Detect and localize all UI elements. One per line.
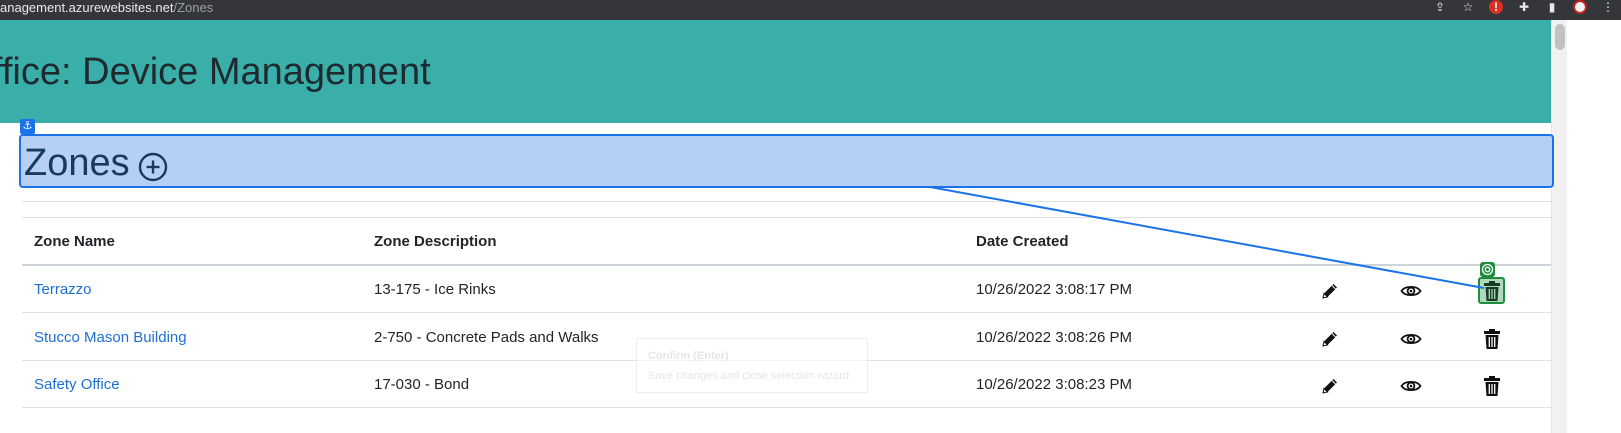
zone-date-created: 10/26/2022 3:08:26 PM (976, 329, 1132, 346)
address-bar[interactable]: anagement.azurewebsites.net/Zones (0, 1, 213, 15)
pencil-icon[interactable] (1319, 280, 1341, 302)
column-header-zone-description: Zone Description (374, 233, 497, 250)
selected-delete-target[interactable] (1478, 277, 1505, 304)
eye-icon[interactable] (1400, 328, 1422, 350)
pencil-icon[interactable] (1319, 375, 1341, 397)
zones-heading-highlight: Zones (19, 134, 1554, 188)
add-zone-button[interactable] (138, 152, 168, 182)
zone-name-link[interactable]: Terrazzo (34, 281, 92, 298)
table-row-divider (22, 312, 1551, 313)
target-icon (1480, 262, 1495, 277)
table-divider (22, 201, 1551, 202)
url-path: /Zones (173, 0, 214, 15)
page-root: anagement.azurewebsites.net/Zones ⇪ ☆ ! … (0, 0, 1621, 433)
kebab-menu-icon[interactable]: ⋮ (1601, 0, 1615, 14)
table-header-border (22, 264, 1551, 266)
zone-description: 13-175 - Ice Rinks (374, 281, 496, 298)
eye-icon[interactable] (1400, 280, 1422, 302)
table-top-border (22, 217, 1551, 218)
bookmark-star-icon[interactable]: ☆ (1461, 0, 1475, 14)
url-host: anagement.azurewebsites.net (0, 0, 174, 15)
trash-icon[interactable] (1481, 328, 1503, 350)
zone-date-created: 10/26/2022 3:08:23 PM (976, 376, 1132, 393)
browser-toolbar: anagement.azurewebsites.net/Zones ⇪ ☆ ! … (0, 0, 1621, 20)
scrollbar-thumb[interactable] (1555, 24, 1565, 50)
table-row-divider (22, 407, 1551, 408)
puzzle-extensions-icon[interactable]: ✚ (1517, 0, 1531, 14)
side-panel-icon[interactable]: ▮ (1545, 0, 1559, 14)
zone-date-created: 10/26/2022 3:08:17 PM (976, 281, 1132, 298)
page-scrollbar[interactable] (1551, 20, 1567, 433)
zone-name-link[interactable]: Stucco Mason Building (34, 329, 187, 346)
share-icon[interactable]: ⇪ (1433, 0, 1447, 14)
browser-actions: ⇪ ☆ ! ✚ ▮ ⋮ (1433, 0, 1615, 14)
trash-icon[interactable] (1481, 375, 1503, 397)
zone-name-link[interactable]: Safety Office (34, 376, 120, 393)
confirm-tooltip: Confirm (Enter) Save changes and close s… (636, 338, 868, 393)
eye-icon[interactable] (1400, 375, 1422, 397)
zone-description: 17-030 - Bond (374, 376, 470, 393)
tooltip-text: Save changes and close selection wizard (648, 370, 850, 382)
pencil-icon[interactable] (1319, 328, 1341, 350)
anchor-icon: ⚓ (20, 119, 35, 134)
zone-description: 2-750 - Concrete Pads and Walks (374, 329, 599, 346)
column-header-date-created: Date Created (976, 233, 1069, 250)
column-header-zone-name: Zone Name (34, 233, 115, 250)
extension-icon[interactable]: ! (1489, 0, 1503, 14)
app-title: ffice: Device Management (0, 51, 431, 93)
tooltip-title: Confirm (Enter) (648, 350, 729, 362)
profile-avatar[interactable] (1573, 0, 1587, 14)
page-title: Zones (24, 142, 130, 184)
